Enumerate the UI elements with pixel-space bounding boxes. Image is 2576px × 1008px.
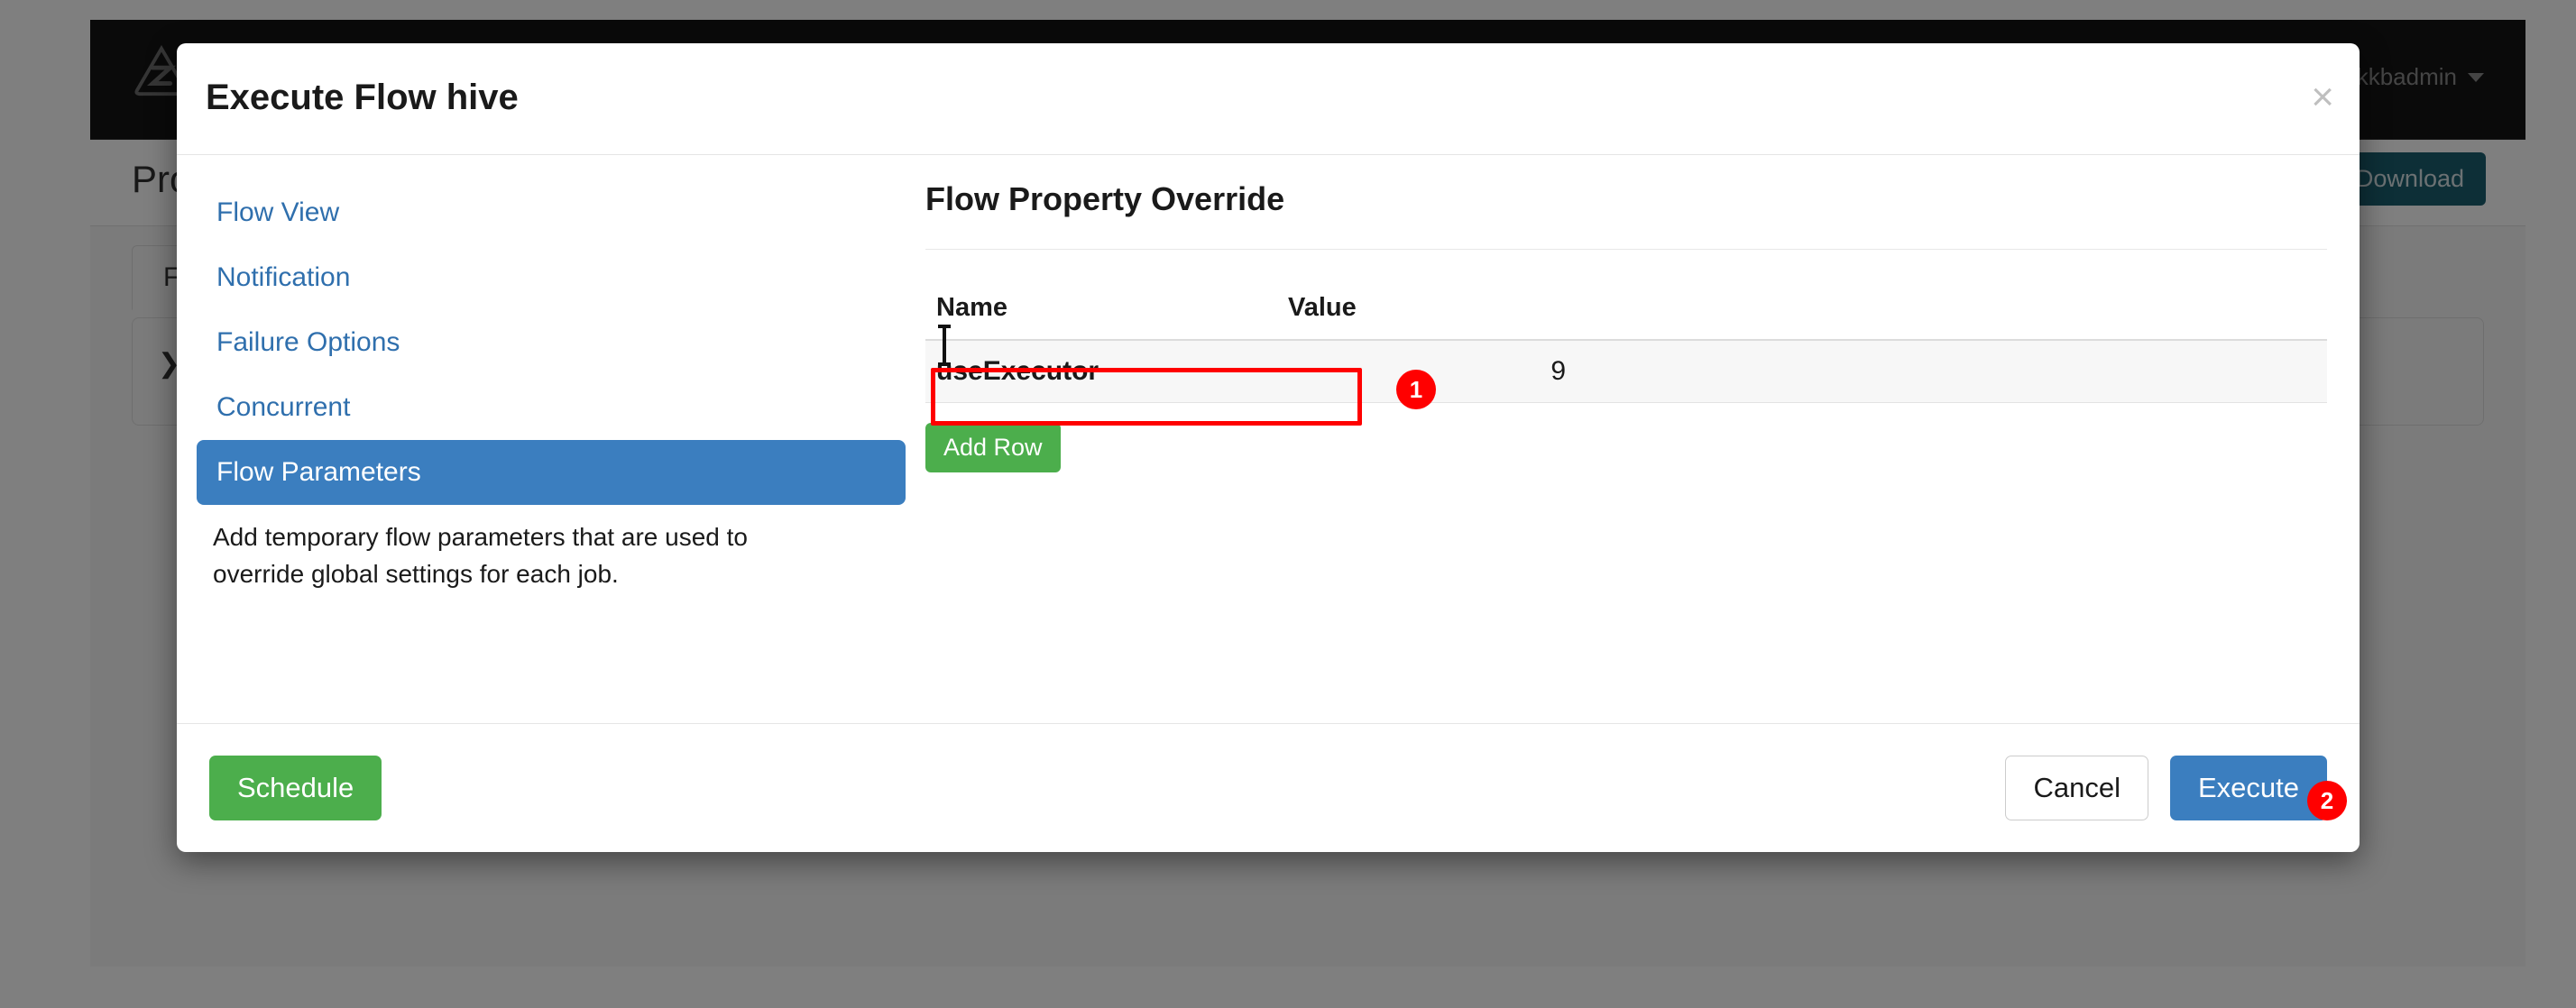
sidebar-item-flow-parameters[interactable]: Flow Parameters (197, 440, 906, 505)
screen-root: Az 0.1 kkbadmin Projec Download Flows (0, 0, 2576, 1008)
execute-button[interactable]: Execute (2169, 755, 2327, 820)
close-icon[interactable]: × (2311, 78, 2334, 117)
cancel-button[interactable]: Cancel (2005, 755, 2148, 820)
annotation-badge-2: 2 (2307, 780, 2347, 820)
execute-flow-modal: Execute Flow hive × Flow View Notificati… (177, 43, 2360, 852)
column-header-name: Name (925, 282, 1277, 341)
flow-parameters-table: Name Value useExecutor 9 (925, 282, 2327, 403)
sidebar-item-notification[interactable]: Notification (197, 245, 906, 310)
modal-footer: Schedule Cancel Execute 2 (177, 723, 2360, 851)
modal-body: Flow View Notification Failure Options C… (177, 155, 2360, 723)
add-row-button[interactable]: Add Row (925, 423, 1061, 472)
footer-action-group: Cancel Execute 2 (2005, 755, 2347, 820)
parameter-name-input[interactable]: useExecutor (925, 341, 1277, 402)
sidebar-item-flow-view[interactable]: Flow View (197, 180, 906, 245)
table-header: Name Value (925, 282, 2327, 341)
sidebar-item-failure-options[interactable]: Failure Options (197, 310, 906, 375)
schedule-button[interactable]: Schedule (209, 755, 382, 820)
table-header-row: Name Value (925, 282, 2327, 341)
sidebar-item-concurrent[interactable]: Concurrent (197, 375, 906, 440)
modal-header: Execute Flow hive × (177, 43, 2360, 155)
parameter-row-spacer (1584, 340, 2327, 403)
parameter-name-cell[interactable]: useExecutor (925, 340, 1277, 403)
modal-sidebar: Flow View Notification Failure Options C… (177, 155, 925, 723)
table-row: useExecutor 9 (925, 340, 2327, 403)
column-header-spacer (1584, 282, 2327, 341)
panel-title: Flow Property Override (925, 180, 2327, 250)
flow-property-override-panel: Flow Property Override Name Value useExe… (925, 155, 2360, 723)
sidebar-description: Add temporary flow parameters that are u… (213, 523, 748, 588)
column-header-value: Value (1277, 282, 1584, 341)
annotation-badge-1: 1 (1396, 370, 1436, 409)
modal-title: Execute Flow hive (206, 78, 519, 117)
table-body: useExecutor 9 (925, 340, 2327, 403)
